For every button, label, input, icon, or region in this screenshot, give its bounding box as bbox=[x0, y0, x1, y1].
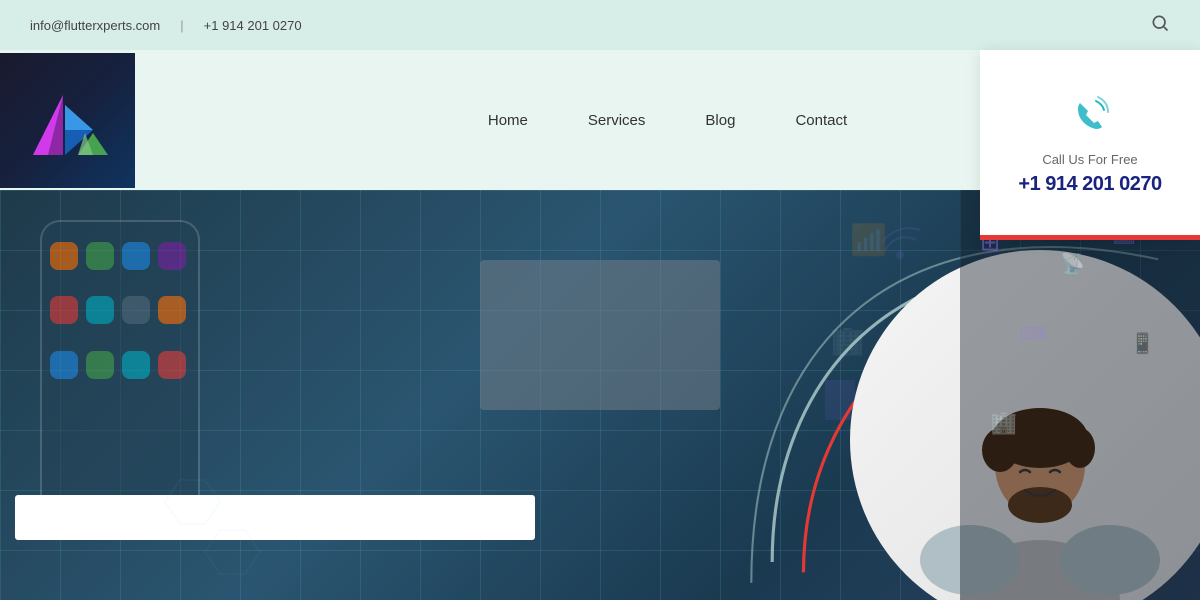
nav-contact[interactable]: Contact bbox=[795, 112, 847, 129]
logo-svg bbox=[23, 75, 113, 165]
phone-text: +1 914 201 0270 bbox=[204, 18, 302, 33]
hero-section: 📶 🖥 📱 🏢 ⌨ bbox=[0, 190, 1200, 600]
cta-label: Call Us For Free bbox=[1042, 152, 1137, 167]
svg-text:🏢: 🏢 bbox=[990, 410, 1017, 435]
app-icon-7 bbox=[122, 296, 150, 324]
app-icon-9 bbox=[50, 351, 78, 379]
cta-phone-number[interactable]: +1 914 201 0270 bbox=[1018, 173, 1161, 196]
nav-blog[interactable]: Blog bbox=[705, 112, 735, 129]
app-icon-6 bbox=[86, 296, 114, 324]
nav-home[interactable]: Home bbox=[488, 112, 528, 129]
header: Home Services Blog Contact Call Us For F… bbox=[0, 50, 1200, 190]
app-icon-11 bbox=[122, 351, 150, 379]
right-icons-svg: ⊞ 📡 🖥 ⌨ 📱 🏢 bbox=[960, 190, 1200, 600]
app-icon-8 bbox=[158, 296, 186, 324]
logo-shapes bbox=[23, 75, 113, 165]
search-icon[interactable] bbox=[1150, 13, 1170, 38]
app-icon-10 bbox=[86, 351, 114, 379]
divider: | bbox=[180, 18, 183, 33]
top-bar-left: info@flutterxperts.com | +1 914 201 0270 bbox=[30, 18, 302, 33]
app-icon-12 bbox=[158, 351, 186, 379]
app-icon-5 bbox=[50, 296, 78, 324]
hex-decoration bbox=[150, 475, 270, 580]
email-text: info@flutterxperts.com bbox=[30, 18, 160, 33]
center-placeholder bbox=[480, 260, 720, 410]
app-icon-2 bbox=[86, 242, 114, 270]
nav-services[interactable]: Services bbox=[588, 112, 646, 129]
cta-box: Call Us For Free +1 914 201 0270 bbox=[980, 50, 1200, 240]
phone-ring-icon bbox=[1070, 95, 1110, 144]
top-bar: info@flutterxperts.com | +1 914 201 0270 bbox=[0, 0, 1200, 50]
right-dark-overlay: ⊞ 📡 🖥 ⌨ 📱 🏢 bbox=[960, 190, 1200, 600]
svg-text:⌨: ⌨ bbox=[1020, 324, 1046, 344]
hero-input-bar[interactable] bbox=[15, 495, 535, 540]
logo[interactable] bbox=[0, 53, 135, 188]
app-icon-3 bbox=[122, 242, 150, 270]
phone-screen bbox=[42, 222, 198, 518]
svg-text:📡: 📡 bbox=[1060, 250, 1085, 275]
cta-bottom-bar bbox=[980, 235, 1200, 240]
app-icon-4 bbox=[158, 242, 186, 270]
svg-text:📱: 📱 bbox=[1130, 331, 1155, 355]
app-icon-1 bbox=[50, 242, 78, 270]
